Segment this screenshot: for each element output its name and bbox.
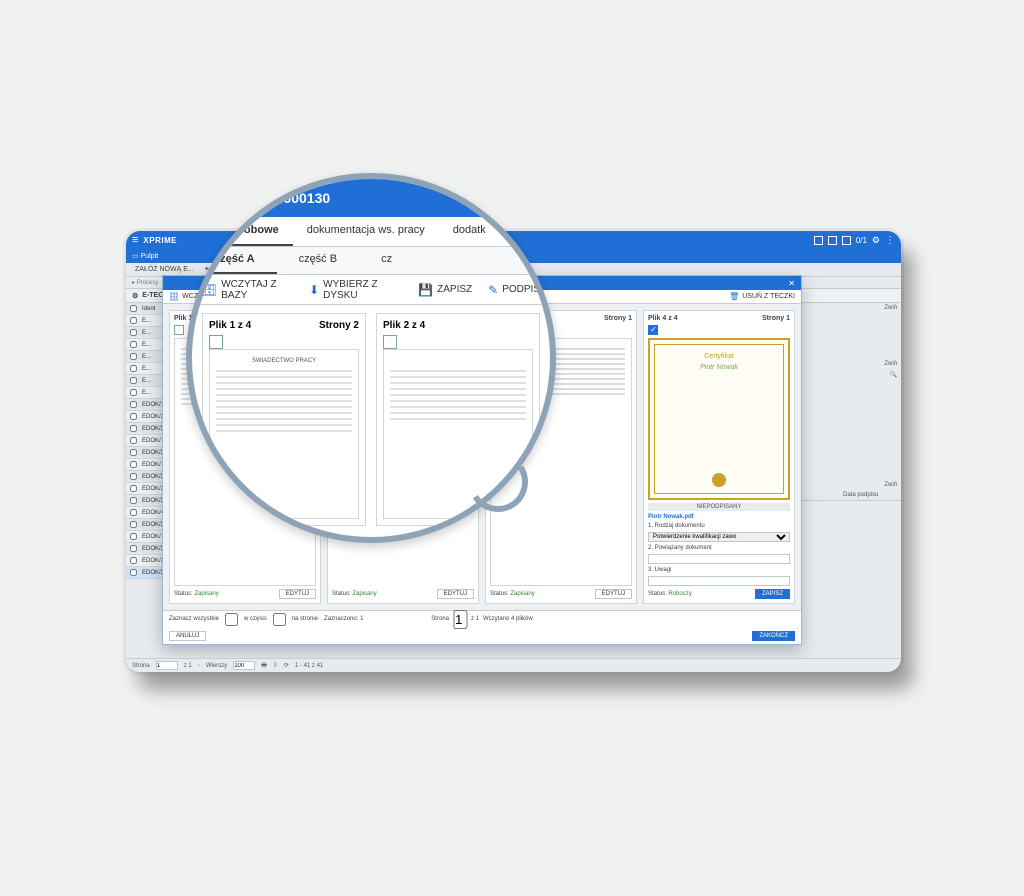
row-checkbox[interactable] — [130, 473, 137, 480]
tab-new[interactable]: ZAŁÓŻ NOWĄ E... — [130, 265, 199, 274]
mag-preview[interactable]: ŚWIADECTWO PRACY — [209, 349, 359, 519]
mag-tabs-1: akta osobowe dokumentacja ws. pracy doda… — [192, 217, 550, 247]
mag-toolbar: 🗄WCZYTAJ Z BAZY ⬇WYBIERZ Z DYSKU 💾ZAPISZ… — [192, 275, 550, 305]
page-input[interactable] — [453, 610, 467, 629]
statusbar: Strona z 1 ◦ Wierszy 🖶 ⇩ ⟳ 1 - 41 z 41 — [126, 658, 901, 672]
select-all-checkbox[interactable] — [225, 613, 238, 626]
row-checkbox[interactable] — [130, 377, 137, 384]
edit-button[interactable]: EDYTUJ — [279, 589, 316, 599]
pulpit-tab[interactable]: Pulpit — [132, 252, 158, 260]
mag-card-1: Plik 1 z 4Strony 2 ŚWIADECTWO PRACY — [202, 313, 366, 526]
row-checkbox[interactable] — [130, 449, 137, 456]
tab-dokumentacja[interactable]: dokumentacja ws. pracy — [293, 217, 439, 246]
row-checkbox[interactable] — [130, 425, 137, 432]
notes-input[interactable] — [648, 576, 790, 586]
sb-page-input[interactable] — [156, 661, 178, 670]
trash-icon — [729, 292, 739, 301]
edit-button[interactable]: EDYTUJ — [595, 589, 632, 599]
row-checkbox[interactable] — [130, 497, 137, 504]
row-checkbox[interactable] — [130, 305, 137, 312]
row-checkbox[interactable] — [130, 485, 137, 492]
row-checkbox[interactable] — [130, 569, 137, 576]
mag-tabs-2: część A część B cz — [192, 247, 550, 275]
unsigned-badge: NIEPODPISANY — [648, 503, 790, 511]
win-icon-1[interactable] — [814, 236, 823, 245]
row-checkbox[interactable] — [130, 509, 137, 516]
sb-rows-input[interactable] — [233, 661, 255, 670]
row-checkbox[interactable] — [130, 389, 137, 396]
modal-footer: Zaznacz wszystkie w części na stronie Za… — [163, 610, 801, 644]
card-checkbox-checked[interactable] — [648, 325, 658, 335]
row-checkbox[interactable] — [130, 365, 137, 372]
row-checkbox[interactable] — [130, 413, 137, 420]
mag-tb-sign[interactable]: ✎PODPIS — [488, 283, 540, 297]
tab-czesc-a[interactable]: część A — [192, 247, 277, 274]
row-checkbox[interactable] — [130, 557, 137, 564]
row-checkbox[interactable] — [130, 353, 137, 360]
tab-czesc-c[interactable]: cz — [359, 247, 414, 274]
tab-czesc-b[interactable]: część B — [277, 247, 360, 274]
row-checkbox[interactable] — [130, 461, 137, 468]
file-link[interactable]: Piotr Nowak.pdf — [648, 514, 694, 520]
panel-gear-icon[interactable] — [132, 292, 138, 300]
badge-0-of-1: 0/1 — [856, 236, 867, 245]
close-icon[interactable] — [788, 279, 795, 288]
mag-checkbox[interactable] — [383, 335, 397, 349]
row-checkbox[interactable] — [130, 317, 137, 324]
tab-akta[interactable]: akta osobowe — [192, 217, 293, 246]
export-icon[interactable]: ⇩ — [273, 662, 278, 669]
mag-title: ka P Nowak/000130 — [192, 179, 550, 217]
menu-icon[interactable] — [132, 234, 138, 246]
finish-button[interactable]: ZAKOŃCZ — [752, 631, 795, 641]
more-icon[interactable] — [885, 235, 895, 246]
mag-tb-disk[interactable]: ⬇WYBIERZ Z DYSKU — [309, 279, 402, 301]
row-checkbox[interactable] — [130, 401, 137, 408]
mag-tb-db[interactable]: 🗄WCZYTAJ Z BAZY — [202, 279, 293, 301]
file-card-4: Plik 4 z 4Strony 1 Certyfikat Piotr Nowa… — [643, 310, 795, 604]
row-checkbox[interactable] — [130, 437, 137, 444]
in-part-checkbox[interactable] — [273, 613, 286, 626]
seal-icon — [712, 473, 726, 487]
print-icon[interactable]: 🖶 — [261, 661, 267, 671]
win-icon-2[interactable] — [828, 236, 837, 245]
cancel-button[interactable]: ANULUJ — [169, 631, 206, 641]
card-checkbox[interactable] — [174, 325, 184, 335]
brand: XPRIME — [143, 236, 177, 245]
win-icon-3[interactable] — [842, 236, 851, 245]
tb-delete[interactable]: USUŃ Z TECZKI — [729, 292, 795, 301]
edit-button[interactable]: EDYTUJ — [437, 589, 474, 599]
row-checkbox[interactable] — [130, 341, 137, 348]
save-button[interactable]: ZAPISZ — [755, 589, 790, 599]
crumb[interactable]: Procesy — [132, 279, 158, 286]
refresh-icon[interactable]: ⟳ — [284, 662, 289, 669]
certificate-preview[interactable]: Certyfikat Piotr Nowak — [648, 338, 790, 500]
row-checkbox[interactable] — [130, 533, 137, 540]
row-checkbox[interactable] — [130, 329, 137, 336]
database-icon — [169, 292, 179, 301]
mag-checkbox[interactable] — [209, 335, 223, 349]
doc-type-select[interactable]: Potwierdzenie kwalifikacji zawo — [648, 532, 790, 542]
gear-icon[interactable] — [872, 235, 880, 246]
tab-dodatk[interactable]: dodatk — [439, 217, 500, 246]
related-doc-input[interactable] — [648, 554, 790, 564]
mag-tb-save[interactable]: 💾ZAPISZ — [418, 283, 472, 297]
row-checkbox[interactable] — [130, 545, 137, 552]
row-checkbox[interactable] — [130, 521, 137, 528]
